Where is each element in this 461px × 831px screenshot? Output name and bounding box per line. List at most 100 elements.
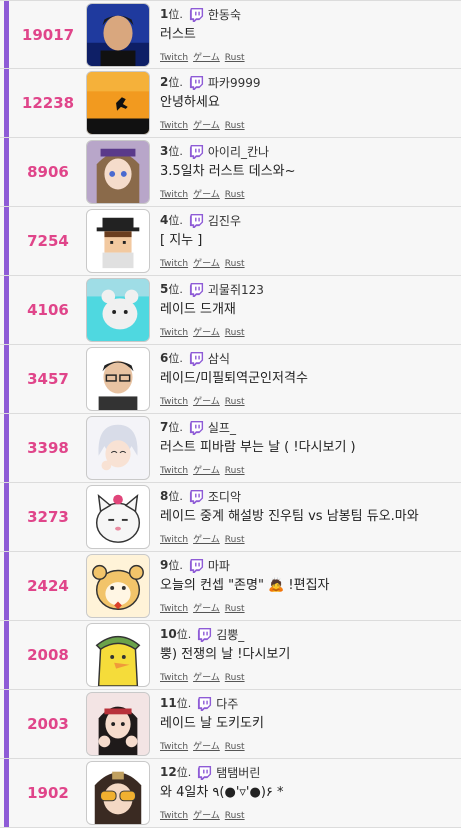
tag-game-link[interactable]: ゲーム bbox=[193, 121, 220, 131]
stream-row[interactable]: 19017 1位. 한동숙 러스트 Twitch ゲーム Rust bbox=[0, 0, 461, 69]
tag-rust-link[interactable]: Rust bbox=[225, 397, 245, 407]
tag-twitch-link[interactable]: Twitch bbox=[160, 811, 188, 821]
stream-title[interactable]: 레이드/미필퇴역군인저격수 bbox=[160, 370, 457, 388]
avatar[interactable] bbox=[86, 485, 150, 549]
tag-game-link[interactable]: ゲーム bbox=[193, 466, 220, 476]
stream-title[interactable]: 3.5일차 러스트 데스와~ bbox=[160, 163, 457, 181]
accent-bar bbox=[4, 690, 9, 758]
rank-label: 1位. bbox=[160, 7, 183, 21]
avatar[interactable] bbox=[86, 278, 150, 342]
accent-bar bbox=[4, 759, 9, 827]
avatar[interactable] bbox=[86, 761, 150, 825]
avatar[interactable] bbox=[86, 140, 150, 204]
tag-game-link[interactable]: ゲーム bbox=[193, 328, 220, 338]
rank-label: 12位. bbox=[160, 765, 192, 779]
accent-bar bbox=[4, 207, 9, 275]
streamer-name-link[interactable]: 김진우 bbox=[208, 212, 241, 229]
streamer-name-link[interactable]: 아이리_칸나 bbox=[208, 143, 269, 160]
stream-row[interactable]: 4106 5位. 괴물쥐123 레이드 드개재 Twitch ゲーム Rust bbox=[0, 276, 461, 345]
tag-twitch-link[interactable]: Twitch bbox=[160, 604, 188, 614]
streamer-name-link[interactable]: 실프_ bbox=[208, 419, 236, 436]
tag-rust-link[interactable]: Rust bbox=[225, 535, 245, 545]
tag-twitch-link[interactable]: Twitch bbox=[160, 397, 188, 407]
avatar[interactable] bbox=[86, 416, 150, 480]
stream-title[interactable]: 뿡) 전쟁의 날 !다시보기 bbox=[160, 646, 457, 664]
rank-label: 10位. bbox=[160, 627, 192, 641]
viewer-count: 1902 bbox=[27, 784, 69, 802]
twitch-icon bbox=[189, 7, 203, 22]
stream-title[interactable]: 레이드 날 도키도키 bbox=[160, 715, 457, 733]
stream-row[interactable]: 3273 8位. 조디악 레이드 중계 해설방 진우팀 vs 남봉팀 듀오.마와… bbox=[0, 483, 461, 552]
streamer-name-link[interactable]: 다주 bbox=[216, 695, 238, 712]
viewer-count: 3273 bbox=[27, 508, 69, 526]
stream-row[interactable]: 2003 11位. 다주 레이드 날 도키도키 Twitch ゲーム Rust bbox=[0, 690, 461, 759]
tag-rust-link[interactable]: Rust bbox=[225, 604, 245, 614]
stream-title[interactable]: 러스트 bbox=[160, 26, 457, 44]
stream-title[interactable]: 레이드 드개재 bbox=[160, 301, 457, 319]
tag-game-link[interactable]: ゲーム bbox=[193, 397, 220, 407]
tag-game-link[interactable]: ゲーム bbox=[193, 811, 220, 821]
tag-twitch-link[interactable]: Twitch bbox=[160, 535, 188, 545]
stream-row[interactable]: 1902 12位. 탬탬버린 와 4일차 ٩(●'▿'●)۶ * Twitch ゲ… bbox=[0, 759, 461, 828]
stream-row[interactable]: 3398 7位. 실프_ 러스트 피바람 부는 날 ( !다시보기 ) Twit… bbox=[0, 414, 461, 483]
accent-bar bbox=[4, 483, 9, 551]
stream-ranking-list: 19017 1位. 한동숙 러스트 Twitch ゲーム Rust 12238 2位… bbox=[0, 0, 461, 828]
tag-game-link[interactable]: ゲーム bbox=[193, 259, 220, 269]
stream-row[interactable]: 3457 6位. 삼식 레이드/미필퇴역군인저격수 Twitch ゲーム Rust bbox=[0, 345, 461, 414]
stream-row[interactable]: 2424 9位. 마파 오늘의 컨셉 "존명" 🙇 !편집자 Twitch ゲーム… bbox=[0, 552, 461, 621]
tag-rust-link[interactable]: Rust bbox=[225, 259, 245, 269]
tag-twitch-link[interactable]: Twitch bbox=[160, 328, 188, 338]
stream-title[interactable]: 레이드 중계 해설방 진우팀 vs 남봉팀 듀오.마와 bbox=[160, 508, 457, 526]
tag-rust-link[interactable]: Rust bbox=[225, 190, 245, 200]
rank-label: 9位. bbox=[160, 558, 183, 572]
tag-rust-link[interactable]: Rust bbox=[225, 742, 245, 752]
tag-twitch-link[interactable]: Twitch bbox=[160, 190, 188, 200]
tag-twitch-link[interactable]: Twitch bbox=[160, 742, 188, 752]
tag-twitch-link[interactable]: Twitch bbox=[160, 53, 188, 63]
streamer-name-link[interactable]: 한동숙 bbox=[208, 6, 241, 23]
avatar[interactable] bbox=[86, 623, 150, 687]
tag-game-link[interactable]: ゲーム bbox=[193, 535, 220, 545]
tag-rust-link[interactable]: Rust bbox=[225, 121, 245, 131]
streamer-name-link[interactable]: 괴물쥐123 bbox=[208, 281, 264, 298]
stream-row[interactable]: 2008 10位. 김뿡_ 뿡) 전쟁의 날 !다시보기 Twitch ゲーム Ru… bbox=[0, 621, 461, 690]
tag-rust-link[interactable]: Rust bbox=[225, 673, 245, 683]
tag-rust-link[interactable]: Rust bbox=[225, 328, 245, 338]
accent-bar bbox=[4, 552, 9, 620]
avatar[interactable] bbox=[86, 3, 150, 67]
stream-title[interactable]: [ 지누 ] bbox=[160, 232, 457, 250]
tag-rust-link[interactable]: Rust bbox=[225, 811, 245, 821]
streamer-name-link[interactable]: 조디악 bbox=[208, 488, 241, 505]
tag-game-link[interactable]: ゲーム bbox=[193, 190, 220, 200]
tag-twitch-link[interactable]: Twitch bbox=[160, 121, 188, 131]
stream-title[interactable]: 오늘의 컨셉 "존명" 🙇 !편집자 bbox=[160, 577, 457, 595]
stream-title[interactable]: 안녕하세요 bbox=[160, 94, 457, 112]
avatar[interactable] bbox=[86, 347, 150, 411]
streamer-name-link[interactable]: 파카9999 bbox=[208, 74, 261, 91]
streamer-name-link[interactable]: 마파 bbox=[208, 557, 230, 574]
viewer-count: 12238 bbox=[21, 94, 75, 112]
stream-row[interactable]: 7254 4位. 김진우 [ 지누 ] Twitch ゲーム Rust bbox=[0, 207, 461, 276]
tag-game-link[interactable]: ゲーム bbox=[193, 53, 220, 63]
tag-twitch-link[interactable]: Twitch bbox=[160, 259, 188, 269]
avatar[interactable] bbox=[86, 71, 150, 135]
tag-game-link[interactable]: ゲーム bbox=[193, 673, 220, 683]
tag-twitch-link[interactable]: Twitch bbox=[160, 466, 188, 476]
avatar[interactable] bbox=[86, 209, 150, 273]
tag-game-link[interactable]: ゲーム bbox=[193, 742, 220, 752]
avatar[interactable] bbox=[86, 692, 150, 756]
stream-row[interactable]: 8906 3位. 아이리_칸나 3.5일차 러스트 데스와~ Twitch ゲーム… bbox=[0, 138, 461, 207]
streamer-name-link[interactable]: 탬탬버린 bbox=[216, 764, 260, 781]
streamer-name-link[interactable]: 김뿡_ bbox=[216, 626, 244, 643]
stream-title[interactable]: 와 4일차 ٩(●'▿'●)۶ * bbox=[160, 784, 457, 802]
twitch-icon bbox=[189, 144, 203, 159]
tag-twitch-link[interactable]: Twitch bbox=[160, 673, 188, 683]
tag-game-link[interactable]: ゲーム bbox=[193, 604, 220, 614]
streamer-name-link[interactable]: 삼식 bbox=[208, 350, 230, 367]
tag-rust-link[interactable]: Rust bbox=[225, 466, 245, 476]
tag-rust-link[interactable]: Rust bbox=[225, 53, 245, 63]
stream-row[interactable]: 12238 2位. 파카9999 안녕하세요 Twitch ゲーム Rust bbox=[0, 69, 461, 138]
avatar[interactable] bbox=[86, 554, 150, 618]
rank-label: 6位. bbox=[160, 351, 183, 365]
stream-title[interactable]: 러스트 피바람 부는 날 ( !다시보기 ) bbox=[160, 439, 457, 457]
